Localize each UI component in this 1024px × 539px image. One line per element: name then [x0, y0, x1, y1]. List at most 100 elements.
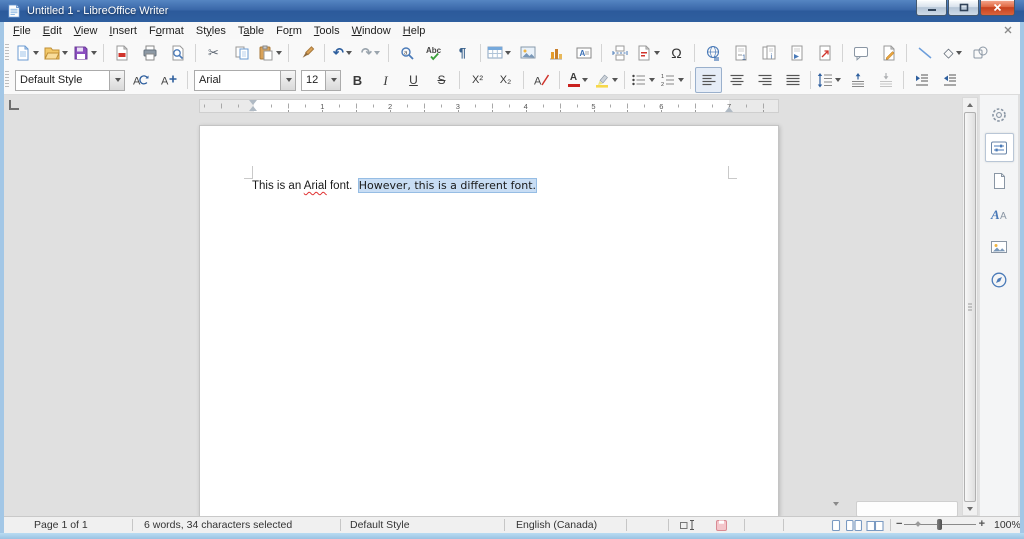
unordered-list-button[interactable]	[629, 67, 657, 93]
insert-endnote-button[interactable]: i	[755, 40, 782, 66]
font-name-combo[interactable]: Arial	[194, 69, 296, 91]
insert-text-box-button[interactable]: A	[570, 40, 597, 66]
sidebar-tab-navigator[interactable]	[985, 265, 1014, 294]
toolbar-grip[interactable]	[5, 43, 9, 62]
sidebar-settings-icon[interactable]	[985, 100, 1014, 129]
copy-button[interactable]	[228, 40, 255, 66]
insert-cross-reference-button[interactable]	[811, 40, 838, 66]
draw-functions-button[interactable]	[967, 40, 994, 66]
close-button[interactable]	[980, 0, 1015, 16]
insert-comment-button[interactable]	[847, 40, 874, 66]
increase-paragraph-spacing-button[interactable]	[844, 67, 871, 93]
language-status[interactable]: English (Canada)	[516, 519, 597, 531]
scroll-down-button[interactable]	[963, 502, 977, 515]
page-number-status[interactable]: Page 1 of 1	[34, 519, 88, 531]
print-button[interactable]	[136, 40, 163, 66]
paragraph-style-combo[interactable]: Default Style	[15, 69, 125, 91]
cut-button[interactable]: ✂	[200, 40, 227, 66]
insert-hyperlink-button[interactable]	[699, 40, 726, 66]
new-style-button[interactable]: A	[156, 67, 183, 93]
book-view-icon[interactable]	[866, 520, 884, 534]
insert-special-character-button[interactable]: Ω	[663, 40, 690, 66]
italic-button[interactable]: I	[372, 67, 399, 93]
insert-page-break-button[interactable]	[606, 40, 633, 66]
zoom-level-status[interactable]: 100%	[994, 519, 1021, 531]
menu-window[interactable]: Window	[346, 24, 397, 38]
track-changes-button[interactable]	[875, 40, 902, 66]
selection-mode-icon[interactable]	[680, 520, 696, 533]
decrease-indent-button[interactable]	[936, 67, 963, 93]
single-page-view-icon[interactable]	[830, 519, 842, 534]
line-spacing-button[interactable]	[815, 67, 843, 93]
zoom-in-icon[interactable]: +	[979, 518, 985, 530]
formatting-marks-button[interactable]: ¶	[449, 40, 476, 66]
increase-indent-button[interactable]	[908, 67, 935, 93]
menu-view[interactable]: View	[68, 24, 104, 38]
scrollbar-thumb[interactable]	[964, 112, 976, 502]
tab-stop-selector[interactable]	[9, 100, 19, 110]
font-color-button[interactable]: A	[564, 67, 591, 93]
bold-button[interactable]: B	[344, 67, 371, 93]
save-button[interactable]	[71, 40, 99, 66]
find-replace-button[interactable]: a	[393, 40, 420, 66]
dropdown-button[interactable]	[109, 70, 124, 90]
align-right-button[interactable]	[751, 67, 778, 93]
zoom-slider[interactable]: − +	[896, 518, 985, 531]
ordered-list-button[interactable]: 12	[658, 67, 686, 93]
document-modified-icon[interactable]	[716, 520, 727, 534]
superscript-button[interactable]: X²	[464, 67, 491, 93]
print-preview-button[interactable]	[164, 40, 191, 66]
dropdown-button[interactable]	[280, 70, 295, 90]
export-pdf-button[interactable]	[108, 40, 135, 66]
paste-button[interactable]	[256, 40, 284, 66]
dropdown-button[interactable]	[325, 70, 340, 90]
menu-form[interactable]: Form	[270, 24, 308, 38]
new-document-button[interactable]	[13, 40, 41, 66]
sidebar-tab-gallery[interactable]	[985, 232, 1014, 261]
vertical-scrollbar[interactable]	[962, 97, 978, 516]
menu-file[interactable]: File	[7, 24, 37, 38]
zoom-out-icon[interactable]: −	[896, 518, 902, 530]
insert-field-button[interactable]	[634, 40, 662, 66]
zoom-slider-thumb[interactable]	[937, 519, 942, 530]
highlight-color-button[interactable]	[592, 67, 620, 93]
font-size-combo[interactable]: 12	[301, 69, 341, 91]
menu-table[interactable]: Table	[232, 24, 270, 38]
menu-help[interactable]: Help	[397, 24, 432, 38]
basic-shapes-button[interactable]: ◇	[939, 40, 966, 66]
justify-button[interactable]	[779, 67, 806, 93]
multi-page-view-icon[interactable]	[845, 519, 863, 534]
menu-styles[interactable]: Styles	[190, 24, 232, 38]
sidebar-tab-properties[interactable]	[984, 133, 1014, 162]
subscript-button[interactable]: X₂	[492, 67, 519, 93]
clear-formatting-button[interactable]: A	[528, 67, 555, 93]
decrease-paragraph-spacing-button[interactable]	[872, 67, 899, 93]
menu-edit[interactable]: Edit	[37, 24, 68, 38]
sidebar-tab-page[interactable]	[985, 166, 1014, 195]
align-left-button[interactable]	[695, 67, 722, 93]
toolbar-grip[interactable]	[5, 71, 9, 89]
insert-chart-button[interactable]	[542, 40, 569, 66]
menu-tools[interactable]: Tools	[308, 24, 346, 38]
minimize-button[interactable]	[916, 0, 947, 16]
word-count-status[interactable]: 6 words, 34 characters selected	[144, 519, 292, 531]
menu-format[interactable]: Format	[143, 24, 190, 38]
clone-formatting-button[interactable]	[293, 40, 320, 66]
spelling-button[interactable]: Abc	[421, 40, 448, 66]
open-button[interactable]	[42, 40, 70, 66]
insert-bookmark-button[interactable]	[783, 40, 810, 66]
page-style-status[interactable]: Default Style	[350, 519, 410, 531]
align-center-button[interactable]	[723, 67, 750, 93]
underline-button[interactable]: U	[400, 67, 427, 93]
redo-button[interactable]: ↷	[357, 40, 384, 66]
strikethrough-button[interactable]: S	[428, 67, 455, 93]
sidebar-tab-styles[interactable]: AA	[985, 199, 1014, 228]
close-document-icon[interactable]	[1004, 25, 1012, 37]
scroll-up-button[interactable]	[963, 98, 977, 111]
maximize-button[interactable]	[948, 0, 979, 16]
indent-marker-right[interactable]	[725, 107, 733, 112]
insert-footnote-button[interactable]: 1	[727, 40, 754, 66]
menu-insert[interactable]: Insert	[103, 24, 143, 38]
insert-table-button[interactable]	[485, 40, 513, 66]
insert-image-button[interactable]	[514, 40, 541, 66]
